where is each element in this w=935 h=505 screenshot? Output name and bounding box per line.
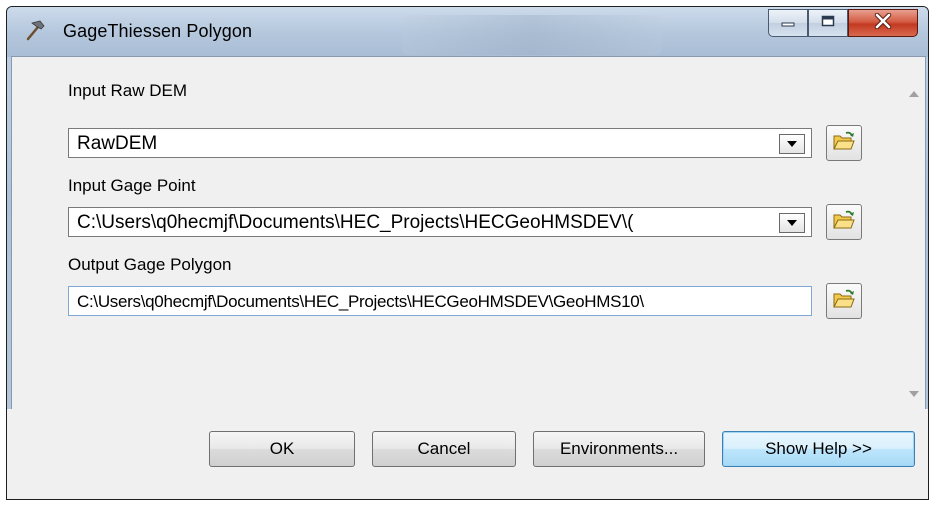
hammer-icon xyxy=(21,18,47,44)
dialog-window: GageThiessen Polygon Input Raw DEM RawDE… xyxy=(6,6,929,500)
gage-point-value: C:\Users\q0hecmjf\Documents\HEC_Projects… xyxy=(77,212,634,233)
show-help-button[interactable]: Show Help >> xyxy=(722,431,915,467)
ok-button[interactable]: OK xyxy=(209,431,355,467)
gage-point-combobox[interactable]: C:\Users\q0hecmjf\Documents\HEC_Projects… xyxy=(68,207,812,237)
gage-polygon-value: C:\Users\q0hecmjf\Documents\HEC_Projects… xyxy=(77,292,644,311)
folder-open-icon xyxy=(832,130,856,157)
folder-open-icon xyxy=(832,209,856,236)
parameters-panel: Input Raw DEM RawDEM Input Gage Point C:… xyxy=(11,56,926,410)
gage-point-label: Input Gage Point xyxy=(68,176,196,195)
close-icon xyxy=(874,12,892,35)
raw-dem-label: Input Raw DEM xyxy=(68,81,188,100)
button-bar: OK Cancel Environments... Show Help >> xyxy=(7,409,928,499)
raw-dem-dropdown-button[interactable] xyxy=(779,134,805,154)
gage-point-dropdown-button[interactable] xyxy=(779,213,805,233)
minimize-icon xyxy=(781,14,795,32)
close-button[interactable] xyxy=(848,9,918,37)
raw-dem-browse-button[interactable] xyxy=(826,125,862,161)
window-title: GageThiessen Polygon xyxy=(63,21,253,41)
minimize-button[interactable] xyxy=(768,9,808,37)
gage-polygon-browse-button[interactable] xyxy=(826,283,862,319)
chevron-down-icon xyxy=(787,220,797,226)
chevron-down-icon xyxy=(787,141,797,147)
background-blur xyxy=(402,15,662,55)
folder-open-icon xyxy=(832,288,856,315)
gage-point-browse-button[interactable] xyxy=(826,204,862,240)
raw-dem-combobox[interactable]: RawDEM xyxy=(68,128,812,158)
gage-polygon-label: Output Gage Polygon xyxy=(68,255,232,274)
vertical-scrollbar[interactable] xyxy=(903,57,925,409)
gage-polygon-input[interactable]: C:\Users\q0hecmjf\Documents\HEC_Projects… xyxy=(68,286,812,316)
scroll-down-arrow-icon[interactable] xyxy=(909,391,919,397)
raw-dem-value: RawDEM xyxy=(77,133,158,154)
scroll-up-arrow-icon[interactable] xyxy=(909,91,919,97)
environments-button[interactable]: Environments... xyxy=(533,431,705,467)
caption-buttons xyxy=(768,9,918,39)
maximize-button[interactable] xyxy=(808,9,848,37)
title-bar[interactable]: GageThiessen Polygon xyxy=(7,7,928,57)
maximize-icon xyxy=(821,14,835,32)
cancel-button[interactable]: Cancel xyxy=(372,431,516,467)
